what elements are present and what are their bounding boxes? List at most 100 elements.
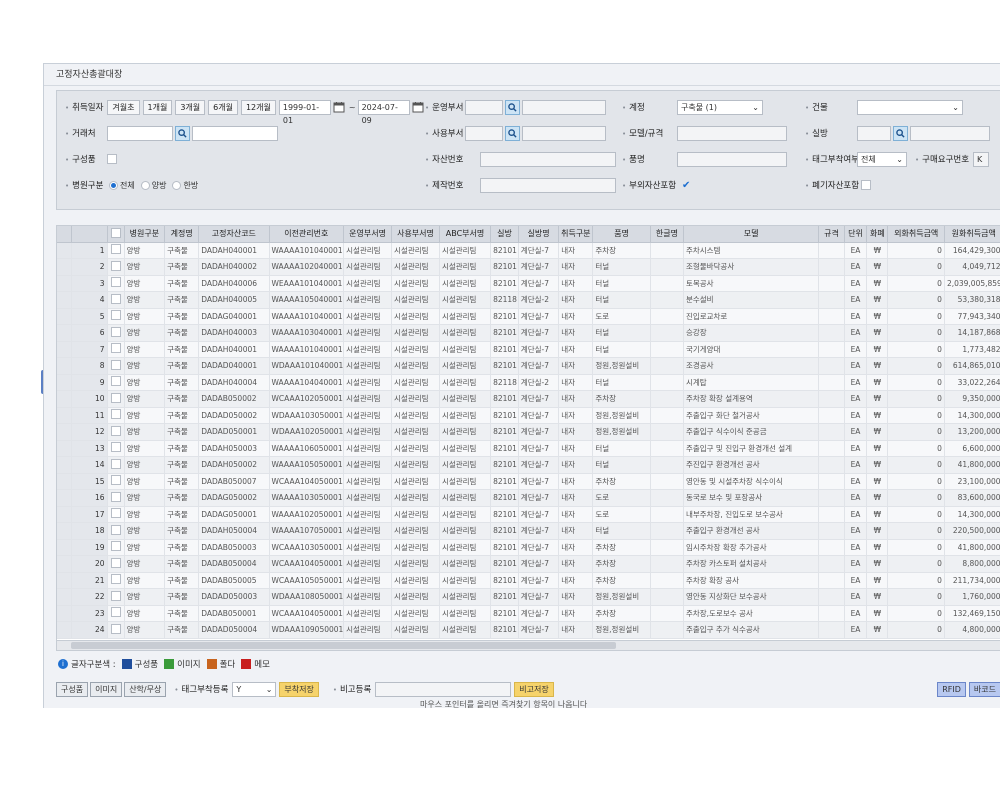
attach-save-button[interactable]: 부착저장: [279, 681, 319, 697]
grid-column-header[interactable]: 고정자산코드: [198, 226, 270, 243]
row-checkbox-cell[interactable]: [107, 258, 125, 276]
purchase-req-input[interactable]: K: [973, 151, 989, 167]
table-row[interactable]: 7 양방 구축물 DADAH040001 WAAAA101040001 시설관리팀 시설관리…: [57, 341, 1000, 358]
row-checkbox-cell[interactable]: [107, 473, 125, 490]
row-checkbox-cell[interactable]: [107, 621, 125, 639]
hospital-radio-western[interactable]: 양방: [140, 180, 166, 191]
grid-select-all-checkbox[interactable]: [107, 226, 125, 243]
building-select[interactable]: ⌄: [857, 99, 963, 115]
row-checkbox-cell[interactable]: [107, 341, 125, 358]
checkbox[interactable]: [110, 590, 121, 601]
row-checkbox-cell[interactable]: [107, 275, 125, 292]
table-row[interactable]: 11 양방 구축물 DADAD050002 WDAAA103050001 시설관리팀 시설관…: [57, 407, 1000, 424]
row-checkbox-cell[interactable]: [107, 440, 125, 457]
account-select[interactable]: 구축물 (1) ⌄: [677, 99, 763, 115]
checkbox[interactable]: [110, 607, 121, 618]
hospital-radio-oriental[interactable]: 한방: [172, 180, 198, 191]
grid-column-header[interactable]: 규격: [818, 226, 845, 243]
row-checkbox-cell[interactable]: [107, 489, 125, 507]
row-checkbox-cell[interactable]: [107, 242, 125, 259]
row-checkbox-cell[interactable]: [107, 324, 125, 342]
table-row[interactable]: 6 양방 구축물 DADAH040003 WAAAA103040001 시설관리팀 시설관리…: [57, 324, 1000, 342]
tag-reg-select[interactable]: Y ⌄: [232, 681, 277, 697]
date-from-input[interactable]: 1999-01-01: [278, 99, 331, 125]
checkbox[interactable]: [110, 392, 121, 403]
checkbox[interactable]: [110, 491, 121, 502]
search-icon[interactable]: [505, 99, 520, 115]
table-row[interactable]: 23 양방 구축물 DADAB050001 WCAAA104050001 시설관리팀 시설관…: [57, 605, 1000, 622]
grid-column-header[interactable]: 실방: [490, 226, 519, 243]
grid-column-header[interactable]: 외화취득금액: [887, 226, 945, 243]
table-row[interactable]: 16 양방 구축물 DADAG050002 WAAAA103050001 시설관리팀 시설관…: [57, 489, 1000, 507]
checkbox[interactable]: [110, 475, 121, 486]
op-dept-code-input[interactable]: [465, 99, 503, 115]
checkbox[interactable]: [110, 343, 121, 354]
calendar-icon[interactable]: [412, 101, 424, 113]
item-name-input[interactable]: [677, 151, 787, 167]
scrollbar-thumb[interactable]: [71, 642, 616, 649]
grid-column-header[interactable]: ABC부서명: [439, 226, 492, 243]
grid-column-header[interactable]: 단위: [844, 226, 868, 243]
checkbox[interactable]: [110, 244, 121, 255]
grid-column-header[interactable]: 병원구분: [124, 226, 166, 243]
row-checkbox-cell[interactable]: [107, 588, 125, 606]
date-to-input[interactable]: 2024-07-09: [357, 99, 410, 125]
rfid-button[interactable]: RFID: [937, 681, 966, 697]
checkbox[interactable]: [110, 310, 121, 321]
table-row[interactable]: 10 양방 구축물 DADAB050002 WCAAA102050001 시설관리팀 시설관…: [57, 390, 1000, 408]
checkbox[interactable]: [110, 425, 121, 436]
table-row[interactable]: 3 양방 구축물 DADAH040006 WEAAA101040001 시설관리팀 시설관리…: [57, 275, 1000, 292]
grid-column-header[interactable]: 운영부서명: [343, 226, 393, 243]
row-checkbox-cell[interactable]: [107, 374, 125, 391]
checkbox[interactable]: [110, 409, 121, 420]
vendor-code-input[interactable]: [107, 125, 173, 141]
period-button-3m[interactable]: 3개월: [175, 99, 206, 115]
serial-no-input[interactable]: [480, 177, 616, 193]
checkbox[interactable]: [110, 574, 121, 585]
op-dept-name-input[interactable]: [522, 99, 606, 115]
table-row[interactable]: 15 양방 구축물 DADAB050007 WCAAA104050001 시설관리팀 시설관…: [57, 473, 1000, 490]
checkbox[interactable]: [110, 260, 121, 271]
table-row[interactable]: 19 양방 구축물 DADAB050003 WCAAA103050001 시설관리팀 시설관…: [57, 539, 1000, 556]
grid-column-header[interactable]: 취득구분: [558, 226, 594, 243]
checkbox[interactable]: [110, 623, 121, 634]
checkbox[interactable]: [110, 442, 121, 453]
horizontal-scrollbar[interactable]: [56, 640, 1000, 651]
table-row[interactable]: 21 양방 구축물 DADAB050005 WCAAA105050001 시설관리팀 시설관…: [57, 572, 1000, 589]
component-button[interactable]: 구성품: [56, 681, 89, 697]
row-checkbox-cell[interactable]: [107, 357, 125, 375]
table-row[interactable]: 1 양방 구축물 DADAH040001 WAAAA101040001 시설관리팀 시설관리…: [57, 242, 1000, 259]
component-checkbox[interactable]: [107, 154, 117, 164]
grid-column-header[interactable]: 계정명: [164, 226, 200, 243]
row-checkbox-cell[interactable]: [107, 390, 125, 408]
search-icon[interactable]: [893, 125, 908, 141]
row-checkbox-cell[interactable]: [107, 506, 125, 523]
period-button-1m[interactable]: 1개월: [142, 99, 173, 115]
calendar-icon[interactable]: [333, 101, 345, 113]
table-row[interactable]: 5 양방 구축물 DADAG040001 WAAAA101040001 시설관리팀 시설관리…: [57, 308, 1000, 325]
table-row[interactable]: 2 양방 구축물 DADAH040002 WAAAA102040001 시설관리팀 시설관리…: [57, 258, 1000, 276]
grid-column-header[interactable]: 실방명: [518, 226, 560, 243]
checkbox[interactable]: [110, 359, 121, 370]
period-button-6m[interactable]: 6개월: [208, 99, 238, 115]
row-checkbox-cell[interactable]: [107, 308, 125, 325]
row-checkbox-cell[interactable]: [107, 291, 125, 309]
table-row[interactable]: 22 양방 구축물 DADAD050003 WDAAA108050001 시설관리팀 시설관…: [57, 588, 1000, 606]
checkbox[interactable]: [110, 541, 121, 552]
use-dept-name-input[interactable]: [522, 125, 606, 141]
grid-column-header[interactable]: 품명: [592, 226, 651, 243]
row-checkbox-cell[interactable]: [107, 456, 125, 474]
period-button-12m[interactable]: 12개월: [240, 99, 276, 115]
table-row[interactable]: 9 양방 구축물 DADAH040004 WAAAA104040001 시설관리팀 시설관리…: [57, 374, 1000, 391]
remark-input[interactable]: [375, 681, 512, 697]
checkbox[interactable]: [110, 277, 121, 288]
table-row[interactable]: 20 양방 구축물 DADAB050004 WCAAA104050001 시설관리팀 시설관…: [57, 555, 1000, 573]
barcode-button[interactable]: 바코드: [968, 681, 1000, 697]
table-row[interactable]: 24 양방 구축물 DADAD050004 WDAAA109050001 시설관리팀 시설관…: [57, 621, 1000, 639]
checkbox[interactable]: [110, 557, 121, 568]
row-checkbox-cell[interactable]: [107, 572, 125, 589]
checkbox[interactable]: [110, 524, 121, 535]
period-button-month-start[interactable]: 겨월초: [107, 99, 140, 115]
checkbox[interactable]: [110, 376, 121, 387]
row-checkbox-cell[interactable]: [107, 407, 125, 424]
